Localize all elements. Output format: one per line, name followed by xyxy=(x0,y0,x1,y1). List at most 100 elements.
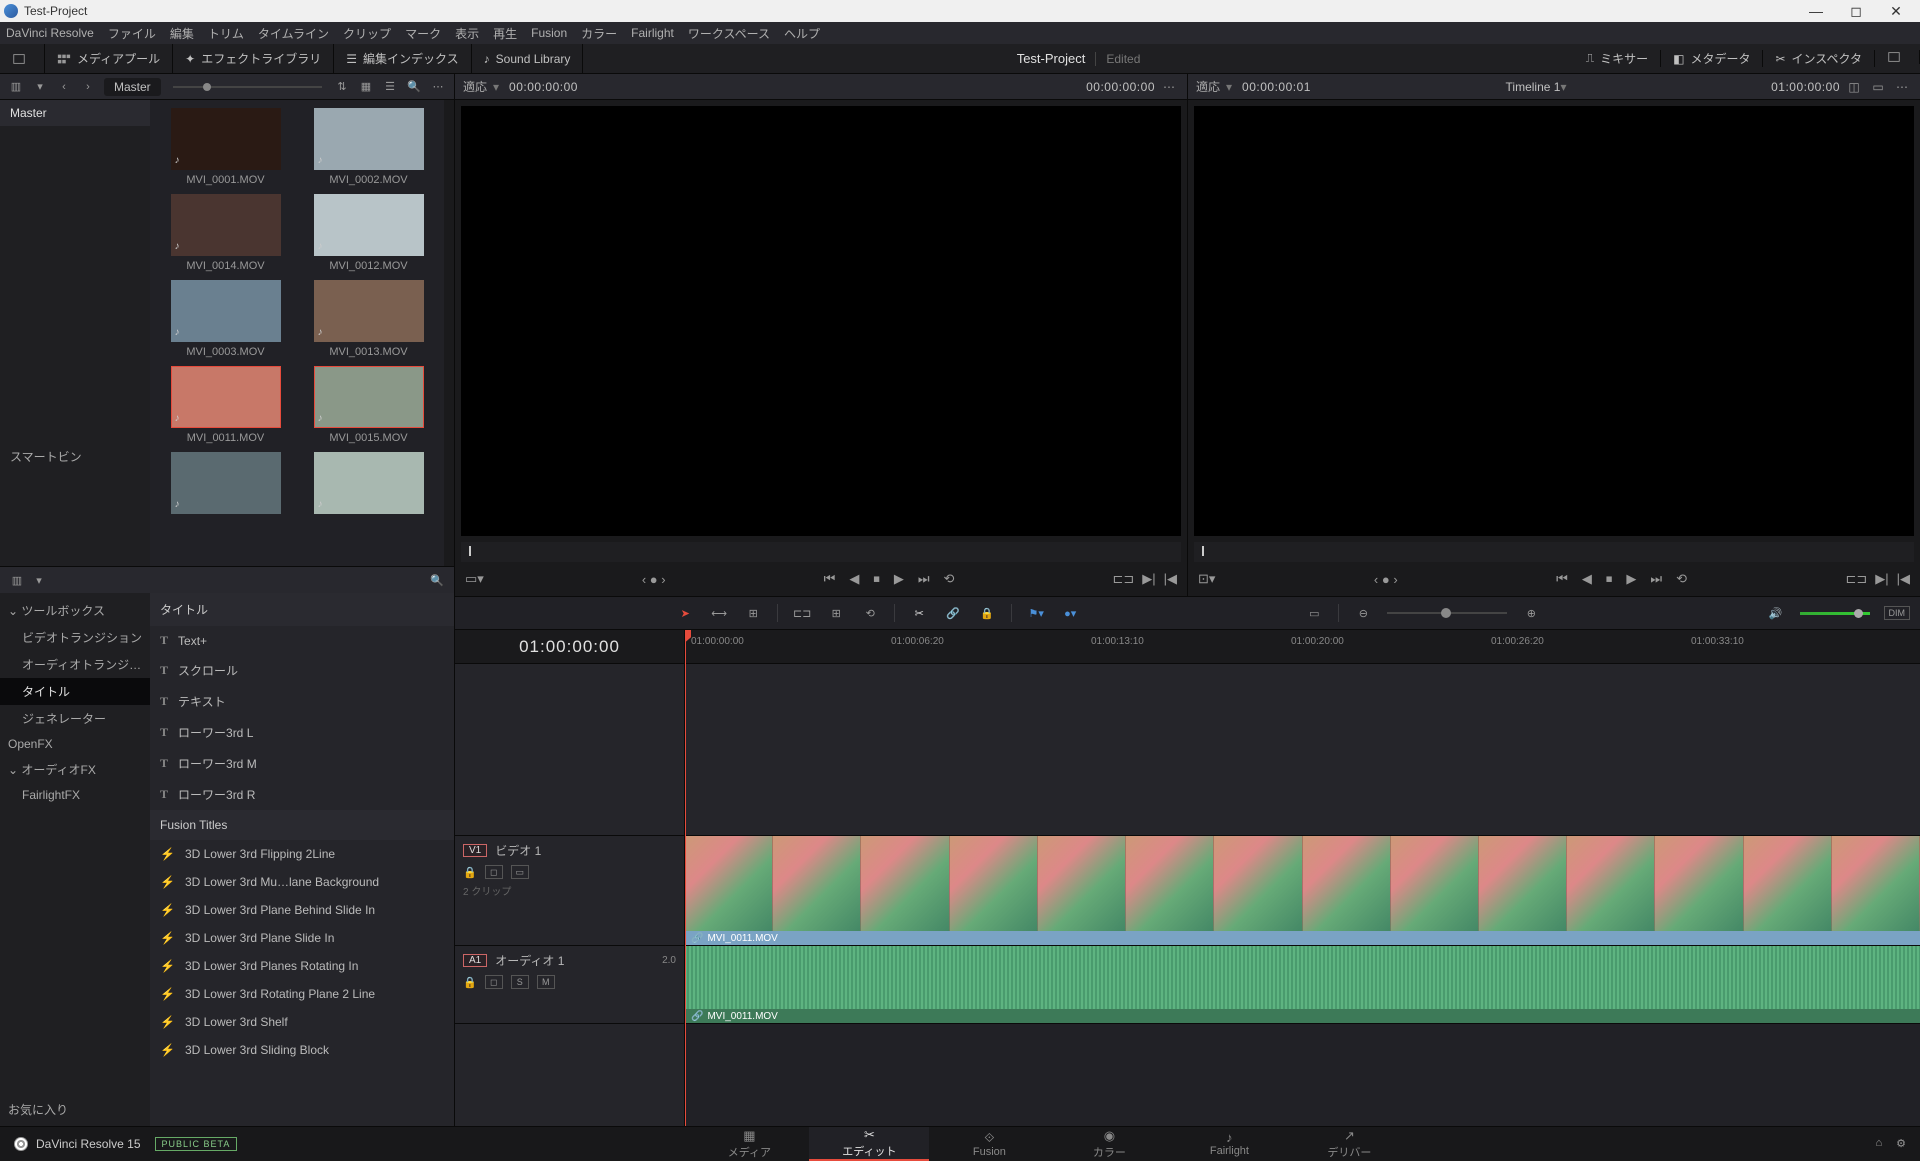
play-button[interactable]: ▶ xyxy=(1626,571,1636,587)
page-tab-デリバー[interactable]: ↗デリバー xyxy=(1289,1127,1409,1161)
fx-search-button[interactable]: 🔍 xyxy=(426,574,448,587)
fusion-title-preset[interactable]: ⚡3D Lower 3rd Shelf xyxy=(150,1008,454,1036)
title-preset[interactable]: Tローワー3rd M xyxy=(150,748,454,779)
source-tc-in[interactable]: 00:00:00:00 xyxy=(509,80,578,94)
in-out-icon[interactable]: ⊏⊐ xyxy=(1845,571,1867,587)
media-clip[interactable]: ♪MVI_0014.MOV xyxy=(158,194,293,272)
menu-item[interactable]: ワークスペース xyxy=(688,25,770,42)
fusion-title-preset[interactable]: ⚡3D Lower 3rd Mu…lane Background xyxy=(150,868,454,896)
timeline-name[interactable]: Timeline 1 xyxy=(1506,80,1561,94)
lock-icon[interactable]: 🔒 xyxy=(463,976,477,989)
prev-frame-button[interactable]: ◀ xyxy=(849,571,859,587)
menu-item[interactable]: トリム xyxy=(208,25,244,42)
timeline-view-options[interactable]: ▭ xyxy=(1304,607,1324,620)
loop-button[interactable]: ⟲ xyxy=(944,571,955,587)
mute-button[interactable]: M xyxy=(537,975,555,989)
maximize-button[interactable]: ◻ xyxy=(1836,3,1876,20)
media-clip[interactable]: ♪MVI_0001.MOV xyxy=(158,108,293,186)
audio-track-lane[interactable]: 🔗MVI_0011.MOV xyxy=(685,946,1920,1024)
timeline-ruler[interactable]: 01:00:00:0001:00:06:2001:00:13:1001:00:2… xyxy=(685,630,1920,664)
audio-track-header[interactable]: A1オーディオ 12.0 🔒◻SM xyxy=(455,946,684,1024)
menu-item[interactable]: カラー xyxy=(581,25,617,42)
fx-dropdown-icon[interactable]: ▾ xyxy=(28,574,50,587)
dim-button[interactable]: DIM xyxy=(1884,606,1911,620)
audio-clip[interactable] xyxy=(685,946,1920,1009)
playhead[interactable] xyxy=(685,630,686,1126)
timeline-scrubber[interactable] xyxy=(1194,542,1914,562)
nav-back-button[interactable]: ‹ xyxy=(52,77,76,97)
fusion-title-preset[interactable]: ⚡3D Lower 3rd Sliding Block xyxy=(150,1036,454,1064)
marker-icon[interactable]: ●▾ xyxy=(1060,607,1080,620)
title-preset[interactable]: Tテキスト xyxy=(150,686,454,717)
edit-index-button[interactable]: ☰編集インデックス xyxy=(334,44,471,73)
stop-button[interactable]: ⏹ xyxy=(1606,571,1613,587)
effects-category[interactable]: OpenFX xyxy=(0,732,150,756)
mixer-button[interactable]: ⎍ミキサー xyxy=(1574,50,1661,67)
title-preset[interactable]: TText+ xyxy=(150,626,454,655)
minimize-button[interactable]: — xyxy=(1796,3,1836,19)
loop-button[interactable]: ⟲ xyxy=(1676,571,1687,587)
media-clip[interactable]: ♪MVI_0011.MOV xyxy=(158,366,293,444)
dynamic-trim-tool[interactable]: ⊞ xyxy=(743,607,763,620)
page-tab-fusion[interactable]: ⟐Fusion xyxy=(929,1127,1049,1161)
metadata-button[interactable]: ◧メタデータ xyxy=(1661,50,1763,67)
stop-button[interactable]: ⏹ xyxy=(873,571,880,587)
in-out-icon[interactable]: ⊏⊐ xyxy=(1112,571,1134,587)
fusion-title-preset[interactable]: ⚡3D Lower 3rd Plane Slide In xyxy=(150,924,454,952)
auto-select-icon[interactable]: ◻ xyxy=(485,865,503,879)
timeline-timecode[interactable]: 01:00:00:00 xyxy=(455,630,684,664)
fusion-title-preset[interactable]: ⚡3D Lower 3rd Rotating Plane 2 Line xyxy=(150,980,454,1008)
timeline-options-icon[interactable]: ⋯ xyxy=(1892,80,1912,94)
favorites-section[interactable]: お気に入り xyxy=(8,1101,68,1118)
page-tab-カラー[interactable]: ◉カラー xyxy=(1049,1127,1169,1161)
timeline-tc-in[interactable]: 00:00:00:01 xyxy=(1242,80,1311,94)
first-frame-button[interactable]: ⏮ xyxy=(1556,571,1568,587)
bin-master[interactable]: Master xyxy=(0,100,150,126)
zoom-out-button[interactable]: ⊖ xyxy=(1353,607,1373,620)
solo-button[interactable]: S xyxy=(511,975,529,989)
razor-icon[interactable]: ✂ xyxy=(909,607,929,620)
media-clip[interactable]: ♪MVI_0002.MOV xyxy=(301,108,436,186)
collapse-button[interactable] xyxy=(1875,50,1920,64)
nav-fwd-button[interactable]: › xyxy=(76,77,100,97)
menu-item[interactable]: DaVinci Resolve xyxy=(6,26,94,40)
effects-category[interactable]: ⌄ ツールボックス xyxy=(0,597,150,624)
zoom-in-button[interactable]: ⊕ xyxy=(1521,607,1541,620)
volume-slider[interactable] xyxy=(1800,612,1870,615)
insert-tool[interactable]: ⊞ xyxy=(826,607,846,620)
link-icon[interactable]: 🔗 xyxy=(943,607,963,620)
media-clip[interactable]: ♪MVI_0012.MOV xyxy=(301,194,436,272)
home-button[interactable]: ⌂ xyxy=(1875,1137,1882,1150)
effects-category[interactable]: ビデオトランジション xyxy=(0,624,150,651)
lock-icon[interactable]: 🔒 xyxy=(977,607,997,620)
volume-icon[interactable]: 🔊 xyxy=(1766,607,1786,620)
media-clip[interactable]: ♪MVI_0013.MOV xyxy=(301,280,436,358)
settings-button[interactable]: ⚙ xyxy=(1896,1137,1906,1150)
page-tab-メディア[interactable]: ▦メディア xyxy=(689,1127,809,1161)
title-preset[interactable]: Tローワー3rd L xyxy=(150,717,454,748)
menu-item[interactable]: ヘルプ xyxy=(784,25,820,42)
video-track-header[interactable]: V1ビデオ 1 🔒◻▭ 2 クリップ xyxy=(455,836,684,946)
next-frame-button[interactable]: ⏭ xyxy=(1650,571,1662,587)
menu-item[interactable]: 編集 xyxy=(170,25,194,42)
blade-tool[interactable]: ⊏⊐ xyxy=(792,607,812,620)
inspector-button[interactable]: ✂インスペクタ xyxy=(1763,50,1875,67)
effects-category[interactable]: FairlightFX xyxy=(0,783,150,807)
zoom-slider[interactable] xyxy=(1387,612,1507,614)
menu-item[interactable]: 再生 xyxy=(493,25,517,42)
page-tab-fairlight[interactable]: ♪Fairlight xyxy=(1169,1127,1289,1161)
expand-button[interactable] xyxy=(0,44,45,73)
viewer-mode-icon[interactable]: ▭ xyxy=(1868,80,1888,94)
auto-select-icon[interactable]: ◻ xyxy=(485,975,503,989)
options-button[interactable]: ⋯ xyxy=(426,77,450,97)
video-track-lane[interactable]: 🔗MVI_0011.MOV xyxy=(685,836,1920,946)
grid-view-button[interactable]: ▦ xyxy=(354,77,378,97)
fusion-title-preset[interactable]: ⚡3D Lower 3rd Plane Behind Slide In xyxy=(150,896,454,924)
prev-frame-button[interactable]: ◀ xyxy=(1582,571,1592,587)
track-tag-a1[interactable]: A1 xyxy=(463,954,487,967)
media-clip[interactable]: ♪MVI_0003.MOV xyxy=(158,280,293,358)
track-tag-v1[interactable]: V1 xyxy=(463,844,487,857)
match-frame-icon[interactable]: ⊡▾ xyxy=(1198,571,1215,587)
play-button[interactable]: ▶ xyxy=(894,571,904,587)
menu-item[interactable]: Fairlight xyxy=(631,26,674,40)
